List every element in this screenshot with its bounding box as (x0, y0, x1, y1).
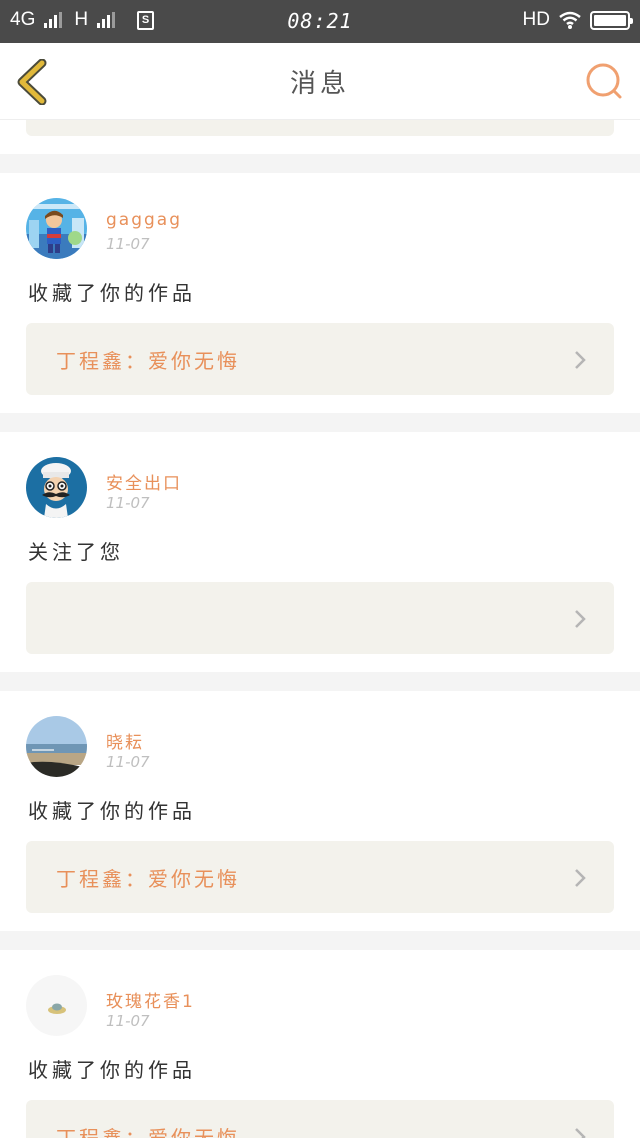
message-date: 11-07 (106, 494, 150, 512)
chevron-right-icon (575, 351, 586, 369)
work-link[interactable] (26, 582, 614, 654)
hat-avatar-icon (26, 975, 87, 1036)
nav-header: 消息 (0, 43, 640, 120)
chevron-right-icon (575, 869, 586, 887)
username[interactable]: 安全出口 (106, 469, 182, 494)
username[interactable]: 晓耘 (106, 728, 144, 753)
message-date: 11-07 (106, 753, 150, 771)
status-bar: 4G H S 08:21 HD (0, 0, 640, 43)
battery-icon (590, 10, 633, 30)
work-link[interactable]: 丁程鑫：爱你无悔 (26, 323, 614, 395)
message-action: 收藏了你的作品 (28, 1058, 196, 1082)
avatar[interactable] (26, 457, 87, 518)
work-link[interactable]: 丁程鑫：爱你无悔 (26, 841, 614, 913)
message-card: 晓耘 11-07 收藏了你的作品 丁程鑫：爱你无悔 (0, 691, 640, 931)
page-title: 消息 (289, 69, 350, 99)
message-date: 11-07 (106, 1012, 150, 1030)
message-card: gaggag 11-07 收藏了你的作品 丁程鑫：爱你无悔 (0, 173, 640, 413)
message-action: 关注了您 (28, 540, 124, 564)
work-title: 丁程鑫：爱你无悔 (56, 867, 240, 891)
search-icon[interactable] (584, 61, 624, 101)
username[interactable]: gaggag (106, 210, 182, 230)
message-card: 玫瑰花香1 11-07 收藏了你的作品 丁程鑫：爱你无悔 (0, 950, 640, 1138)
wifi-icon (559, 11, 581, 29)
message-card: 安全出口 11-07 关注了您 (0, 432, 640, 672)
work-title: 丁程鑫：爱你无悔 (56, 1126, 240, 1138)
message-date: 11-07 (106, 235, 150, 253)
message-list: gaggag 11-07 收藏了你的作品 丁程鑫：爱你无悔 安全出口 11-07… (0, 120, 640, 1138)
beach-avatar-icon (26, 716, 87, 777)
cartoon-avatar-icon (26, 198, 87, 259)
hd-label: HD (522, 9, 550, 30)
previous-card-stub (0, 120, 640, 154)
status-right: HD (522, 9, 633, 31)
username[interactable]: 玫瑰花香1 (106, 987, 195, 1012)
work-link[interactable]: 丁程鑫：爱你无悔 (26, 1100, 614, 1138)
avatar[interactable] (26, 716, 87, 777)
work-title: 丁程鑫：爱你无悔 (56, 349, 240, 373)
avatar[interactable] (26, 198, 87, 259)
app-screen: 4G H S 08:21 HD 消息 gaggag 11-07 收藏了你的作品 … (0, 0, 640, 1138)
chevron-right-icon (575, 610, 586, 628)
avatar[interactable] (26, 975, 87, 1036)
message-action: 收藏了你的作品 (28, 281, 196, 305)
mustache-chef-avatar-icon (26, 457, 87, 518)
chevron-right-icon (575, 1128, 586, 1138)
message-action: 收藏了你的作品 (28, 799, 196, 823)
